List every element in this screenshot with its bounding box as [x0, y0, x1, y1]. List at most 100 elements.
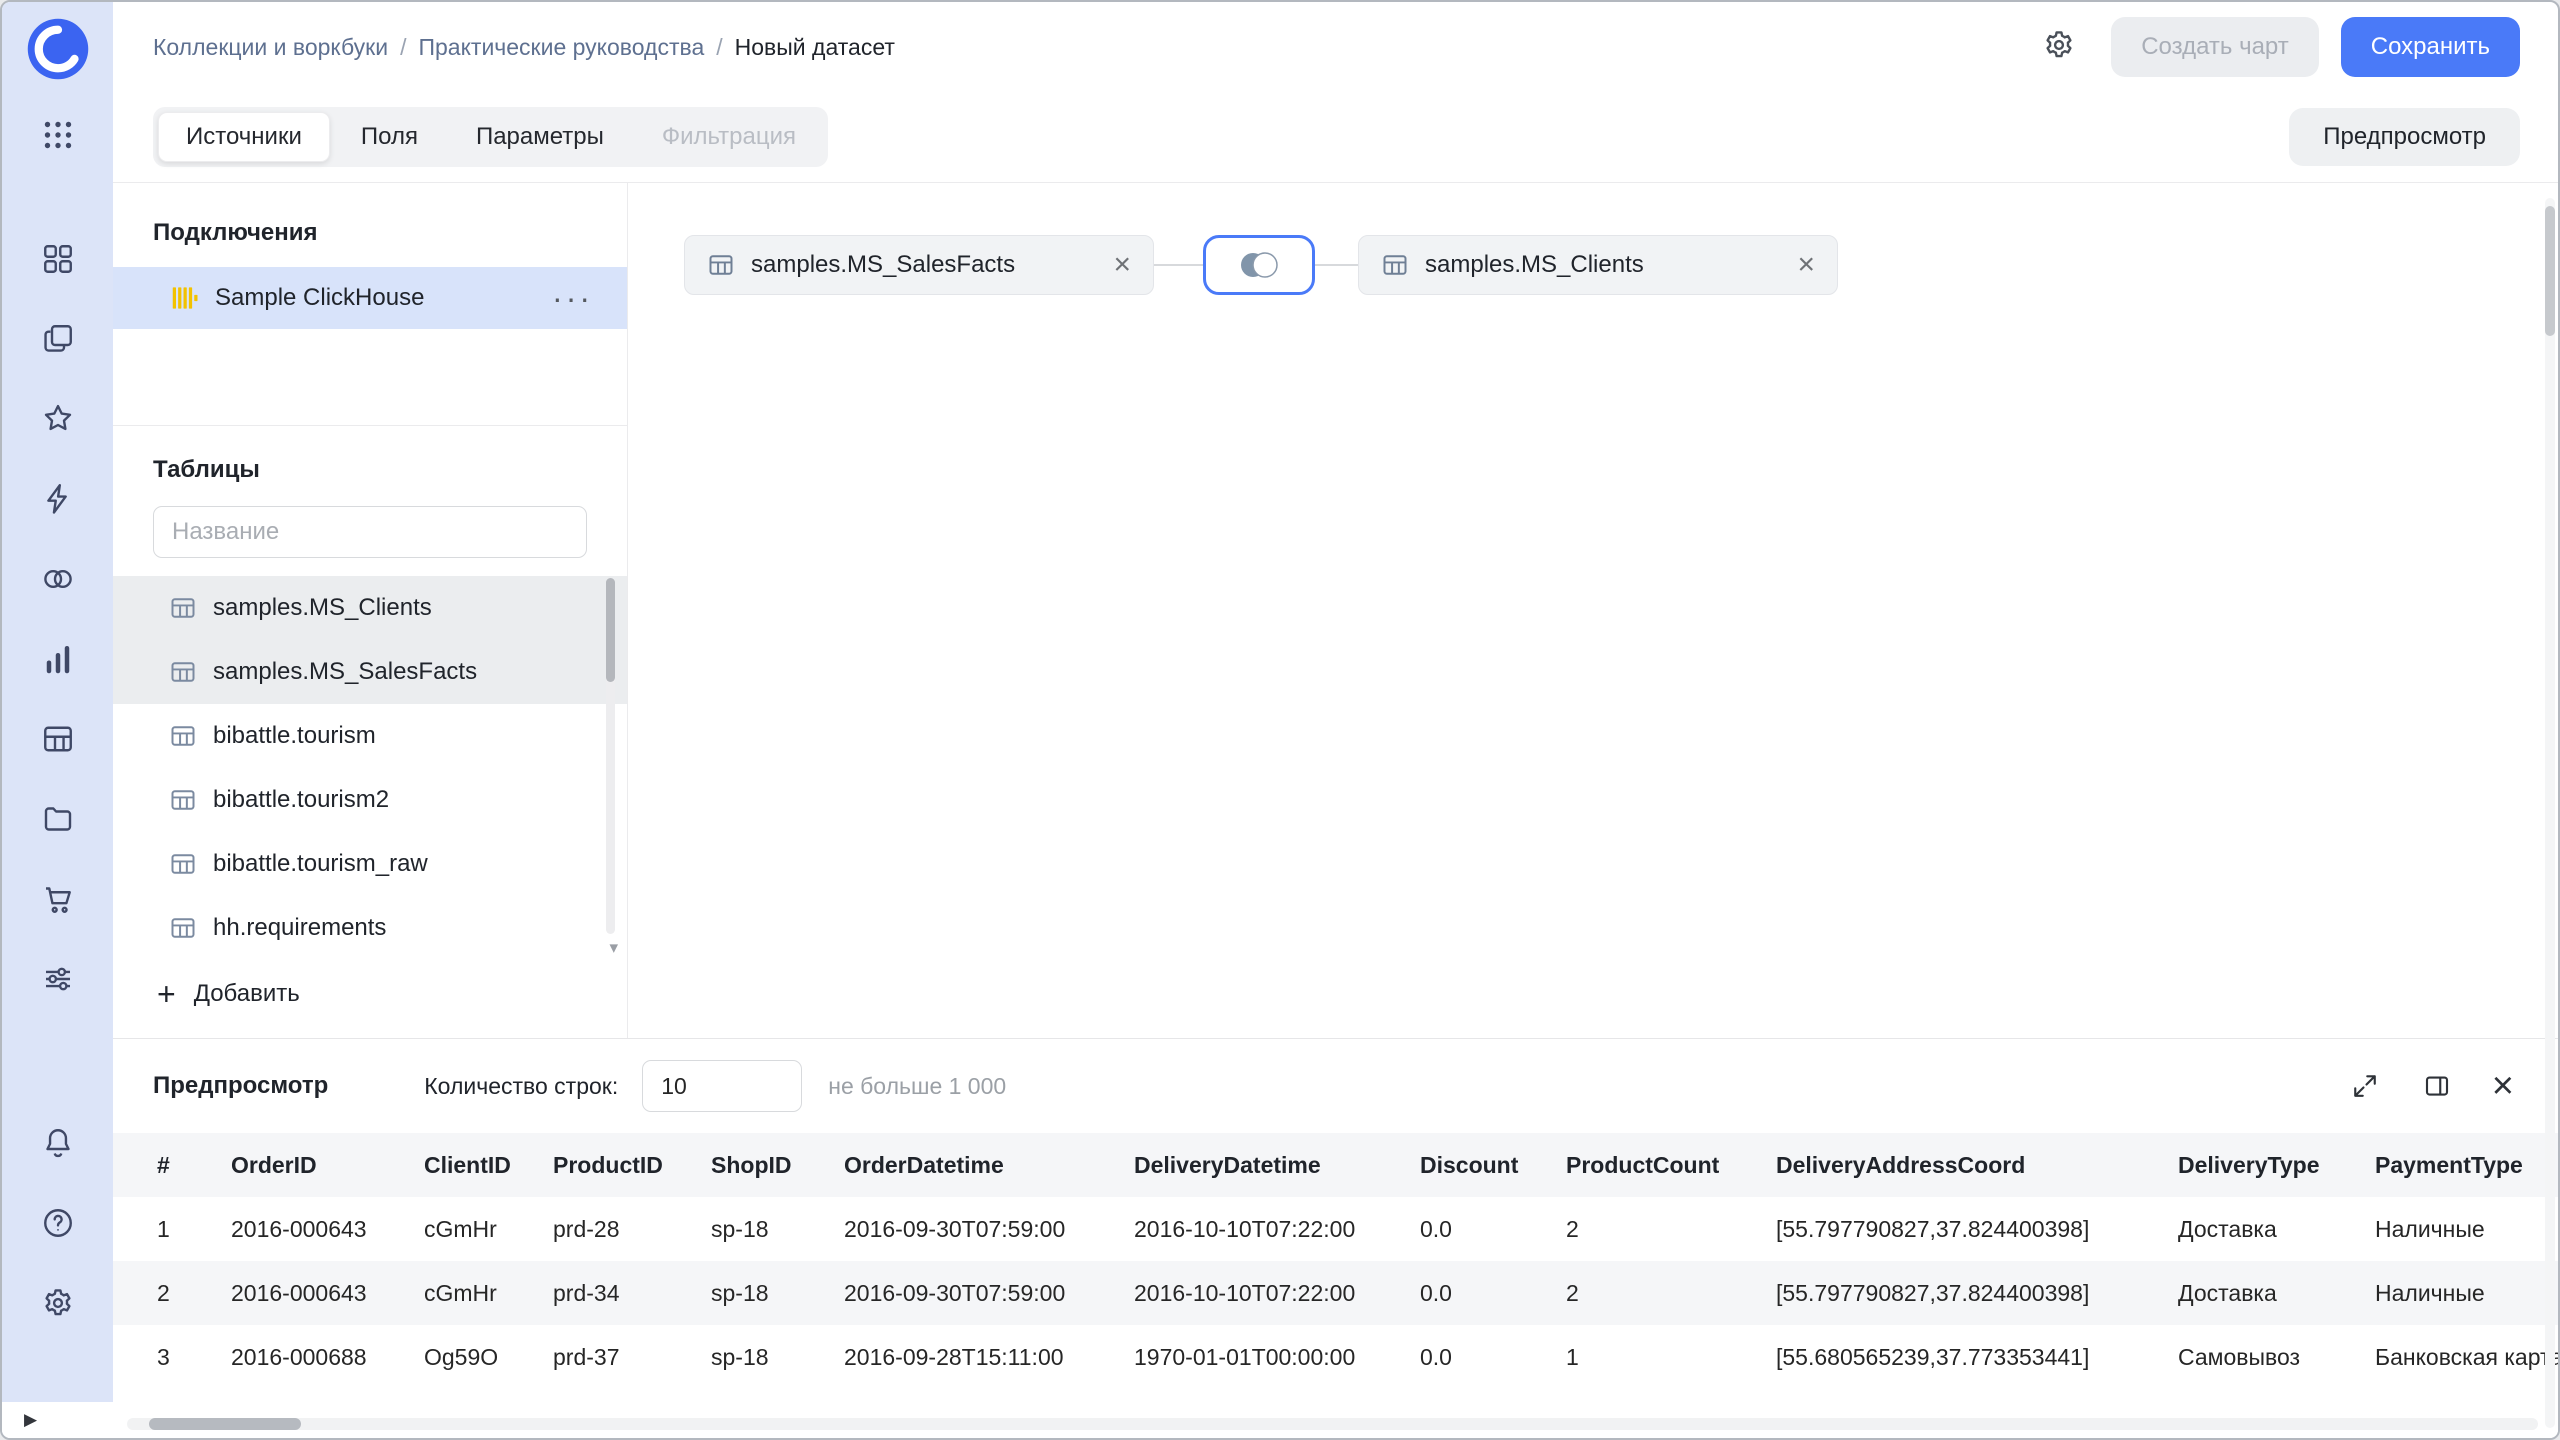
cell: sp-18	[711, 1343, 769, 1370]
cell: Наличные	[2375, 1215, 2485, 1242]
scrollbar-thumb[interactable]	[2545, 206, 2555, 336]
plus-icon: +	[157, 976, 176, 1012]
cell: 1	[1566, 1343, 1579, 1370]
nav-dashboards-icon[interactable]	[39, 720, 77, 758]
add-table-button[interactable]: + Добавить	[157, 978, 627, 1010]
connection-item-sample-clickhouse[interactable]: Sample ClickHouse ···	[113, 267, 627, 329]
tab-sources[interactable]: Источники	[158, 112, 330, 162]
cell: Банковская карта	[2375, 1343, 2558, 1370]
cell: 2016-000688	[231, 1343, 367, 1370]
scrollbar-thumb[interactable]	[606, 578, 615, 682]
nav-connections-icon[interactable]	[39, 480, 77, 518]
breadcrumb-item-guides[interactable]: Практические руководства	[418, 34, 704, 61]
breadcrumb: Коллекции и воркбуки / Практические руко…	[153, 34, 895, 61]
table-list-item[interactable]: bibattle.tourism2	[113, 768, 627, 832]
vertical-scrollbar[interactable]	[2545, 198, 2555, 1428]
cell: cGmHr	[424, 1215, 497, 1242]
column-header: OrderID	[231, 1133, 424, 1197]
content-area: Подключения Sample ClickHouse ··· Таблиц…	[113, 182, 2558, 1038]
breadcrumb-item-collections[interactable]: Коллекции и воркбуки	[153, 34, 388, 61]
tables-title: Таблицы	[153, 456, 260, 483]
nav-files-icon[interactable]	[39, 800, 77, 838]
side-panel-icon[interactable]	[2420, 1069, 2454, 1103]
tab-parameters[interactable]: Параметры	[449, 112, 631, 162]
cell: 0.0	[1420, 1215, 1452, 1242]
scrollbar-thumb[interactable]	[149, 1418, 301, 1430]
bell-icon[interactable]	[39, 1124, 77, 1162]
source-node-salesfacts[interactable]: samples.MS_SalesFacts ×	[684, 235, 1154, 295]
column-header: ClientID	[424, 1133, 553, 1197]
collapse-button[interactable]: ▶	[2, 1402, 113, 1438]
table-list-item[interactable]: hh.requirements	[113, 896, 627, 960]
preview-toggle-button[interactable]: Предпросмотр	[2289, 108, 2520, 166]
node-label: samples.MS_SalesFacts	[751, 251, 1016, 278]
column-header: ProductCount	[1566, 1133, 1776, 1197]
collapse-arrow-icon: ▶	[24, 1410, 38, 1429]
remove-node-icon[interactable]: ×	[1089, 250, 1131, 280]
connection-more-icon[interactable]: ···	[552, 282, 593, 314]
cell: 2	[1566, 1261, 1776, 1325]
breadcrumb-separator: /	[716, 33, 723, 60]
table-row: 1 2016-000643 cGmHr prd-28 sp-18 2016-09…	[113, 1197, 2558, 1261]
table-search-input[interactable]	[153, 506, 587, 558]
table-list-scrollbar[interactable]	[606, 578, 615, 934]
app-window: ▶ Коллекции и воркбуки / Практические ру…	[0, 0, 2560, 1440]
tab-group: Источники Поля Параметры Фильтрация	[153, 107, 829, 167]
table-list-item[interactable]: bibattle.tourism_raw	[113, 832, 627, 896]
table-name: samples.MS_Clients	[213, 594, 432, 621]
connector-line	[1312, 264, 1360, 266]
table-row: 3 2016-000688 Og59O prd-37 sp-18 2016-09…	[113, 1325, 2558, 1389]
table-header-row: # OrderID ClientID ProductID ShopID Orde…	[113, 1133, 2558, 1197]
nav-services-icon[interactable]	[39, 960, 77, 998]
clickhouse-icon	[169, 283, 199, 313]
column-header: ShopID	[711, 1133, 844, 1197]
table-list: samples.MS_Clients samples.MS_SalesFacts…	[113, 576, 627, 960]
top-bar: Коллекции и воркбуки / Практические руко…	[113, 2, 2558, 92]
help-icon[interactable]	[39, 1204, 77, 1242]
cell: Наличные	[2375, 1261, 2558, 1325]
table-name: samples.MS_SalesFacts	[213, 658, 478, 685]
save-button[interactable]: Сохранить	[2340, 17, 2520, 77]
join-type-button[interactable]	[1203, 235, 1315, 295]
cell: 2016-000643	[231, 1261, 424, 1325]
horizontal-scrollbar[interactable]	[127, 1418, 2538, 1430]
nav-favorites-icon[interactable]	[39, 400, 77, 438]
preview-title: Предпросмотр	[153, 1072, 329, 1099]
add-table-label: Добавить	[193, 980, 300, 1007]
settings-gear-icon[interactable]	[39, 1284, 77, 1322]
column-header: OrderDatetime	[844, 1133, 1134, 1197]
cell: 2016-09-30T07:59:00	[844, 1215, 1066, 1242]
table-list-item[interactable]: samples.MS_Clients	[113, 576, 627, 640]
table-icon	[1381, 251, 1409, 279]
dataset-settings-gear-icon[interactable]	[2041, 27, 2081, 67]
table-name: bibattle.tourism_raw	[213, 850, 428, 877]
cell: sp-18	[711, 1215, 769, 1242]
row-count-input[interactable]	[642, 1060, 803, 1112]
expand-preview-icon[interactable]	[2348, 1069, 2382, 1103]
source-node-clients[interactable]: samples.MS_Clients ×	[1358, 235, 1838, 295]
nav-widgets-icon[interactable]	[39, 240, 77, 278]
nav-datasets-icon[interactable]	[39, 560, 77, 598]
cell: 2016-10-10T07:22:00	[1134, 1261, 1420, 1325]
table-icon	[169, 594, 197, 622]
nav-marketplace-icon[interactable]	[39, 880, 77, 918]
cell: [55.680565239,37.773353441]	[1776, 1343, 2090, 1370]
column-header: DeliveryAddressCoord	[1776, 1133, 2178, 1197]
apps-grid-icon[interactable]	[39, 116, 77, 154]
table-list-item[interactable]: bibattle.tourism	[113, 704, 627, 768]
tab-filtering[interactable]: Фильтрация	[635, 112, 823, 162]
cell: 1970-01-01T00:00:00	[1134, 1343, 1356, 1370]
nav-charts-icon[interactable]	[39, 640, 77, 678]
create-chart-button[interactable]: Создать чарт	[2111, 17, 2319, 77]
datalens-logo[interactable]	[25, 16, 91, 82]
table-name: bibattle.tourism	[213, 722, 376, 749]
connector-line	[1154, 264, 1206, 266]
node-label: samples.MS_Clients	[1425, 251, 1644, 278]
cell: prd-28	[553, 1215, 620, 1242]
nav-collections-icon[interactable]	[39, 320, 77, 358]
table-list-item[interactable]: samples.MS_SalesFacts	[113, 640, 627, 704]
tab-fields[interactable]: Поля	[334, 112, 445, 162]
close-preview-icon[interactable]: ×	[2492, 1067, 2514, 1105]
cell: Og59O	[424, 1343, 499, 1370]
remove-node-icon[interactable]: ×	[1773, 250, 1815, 280]
